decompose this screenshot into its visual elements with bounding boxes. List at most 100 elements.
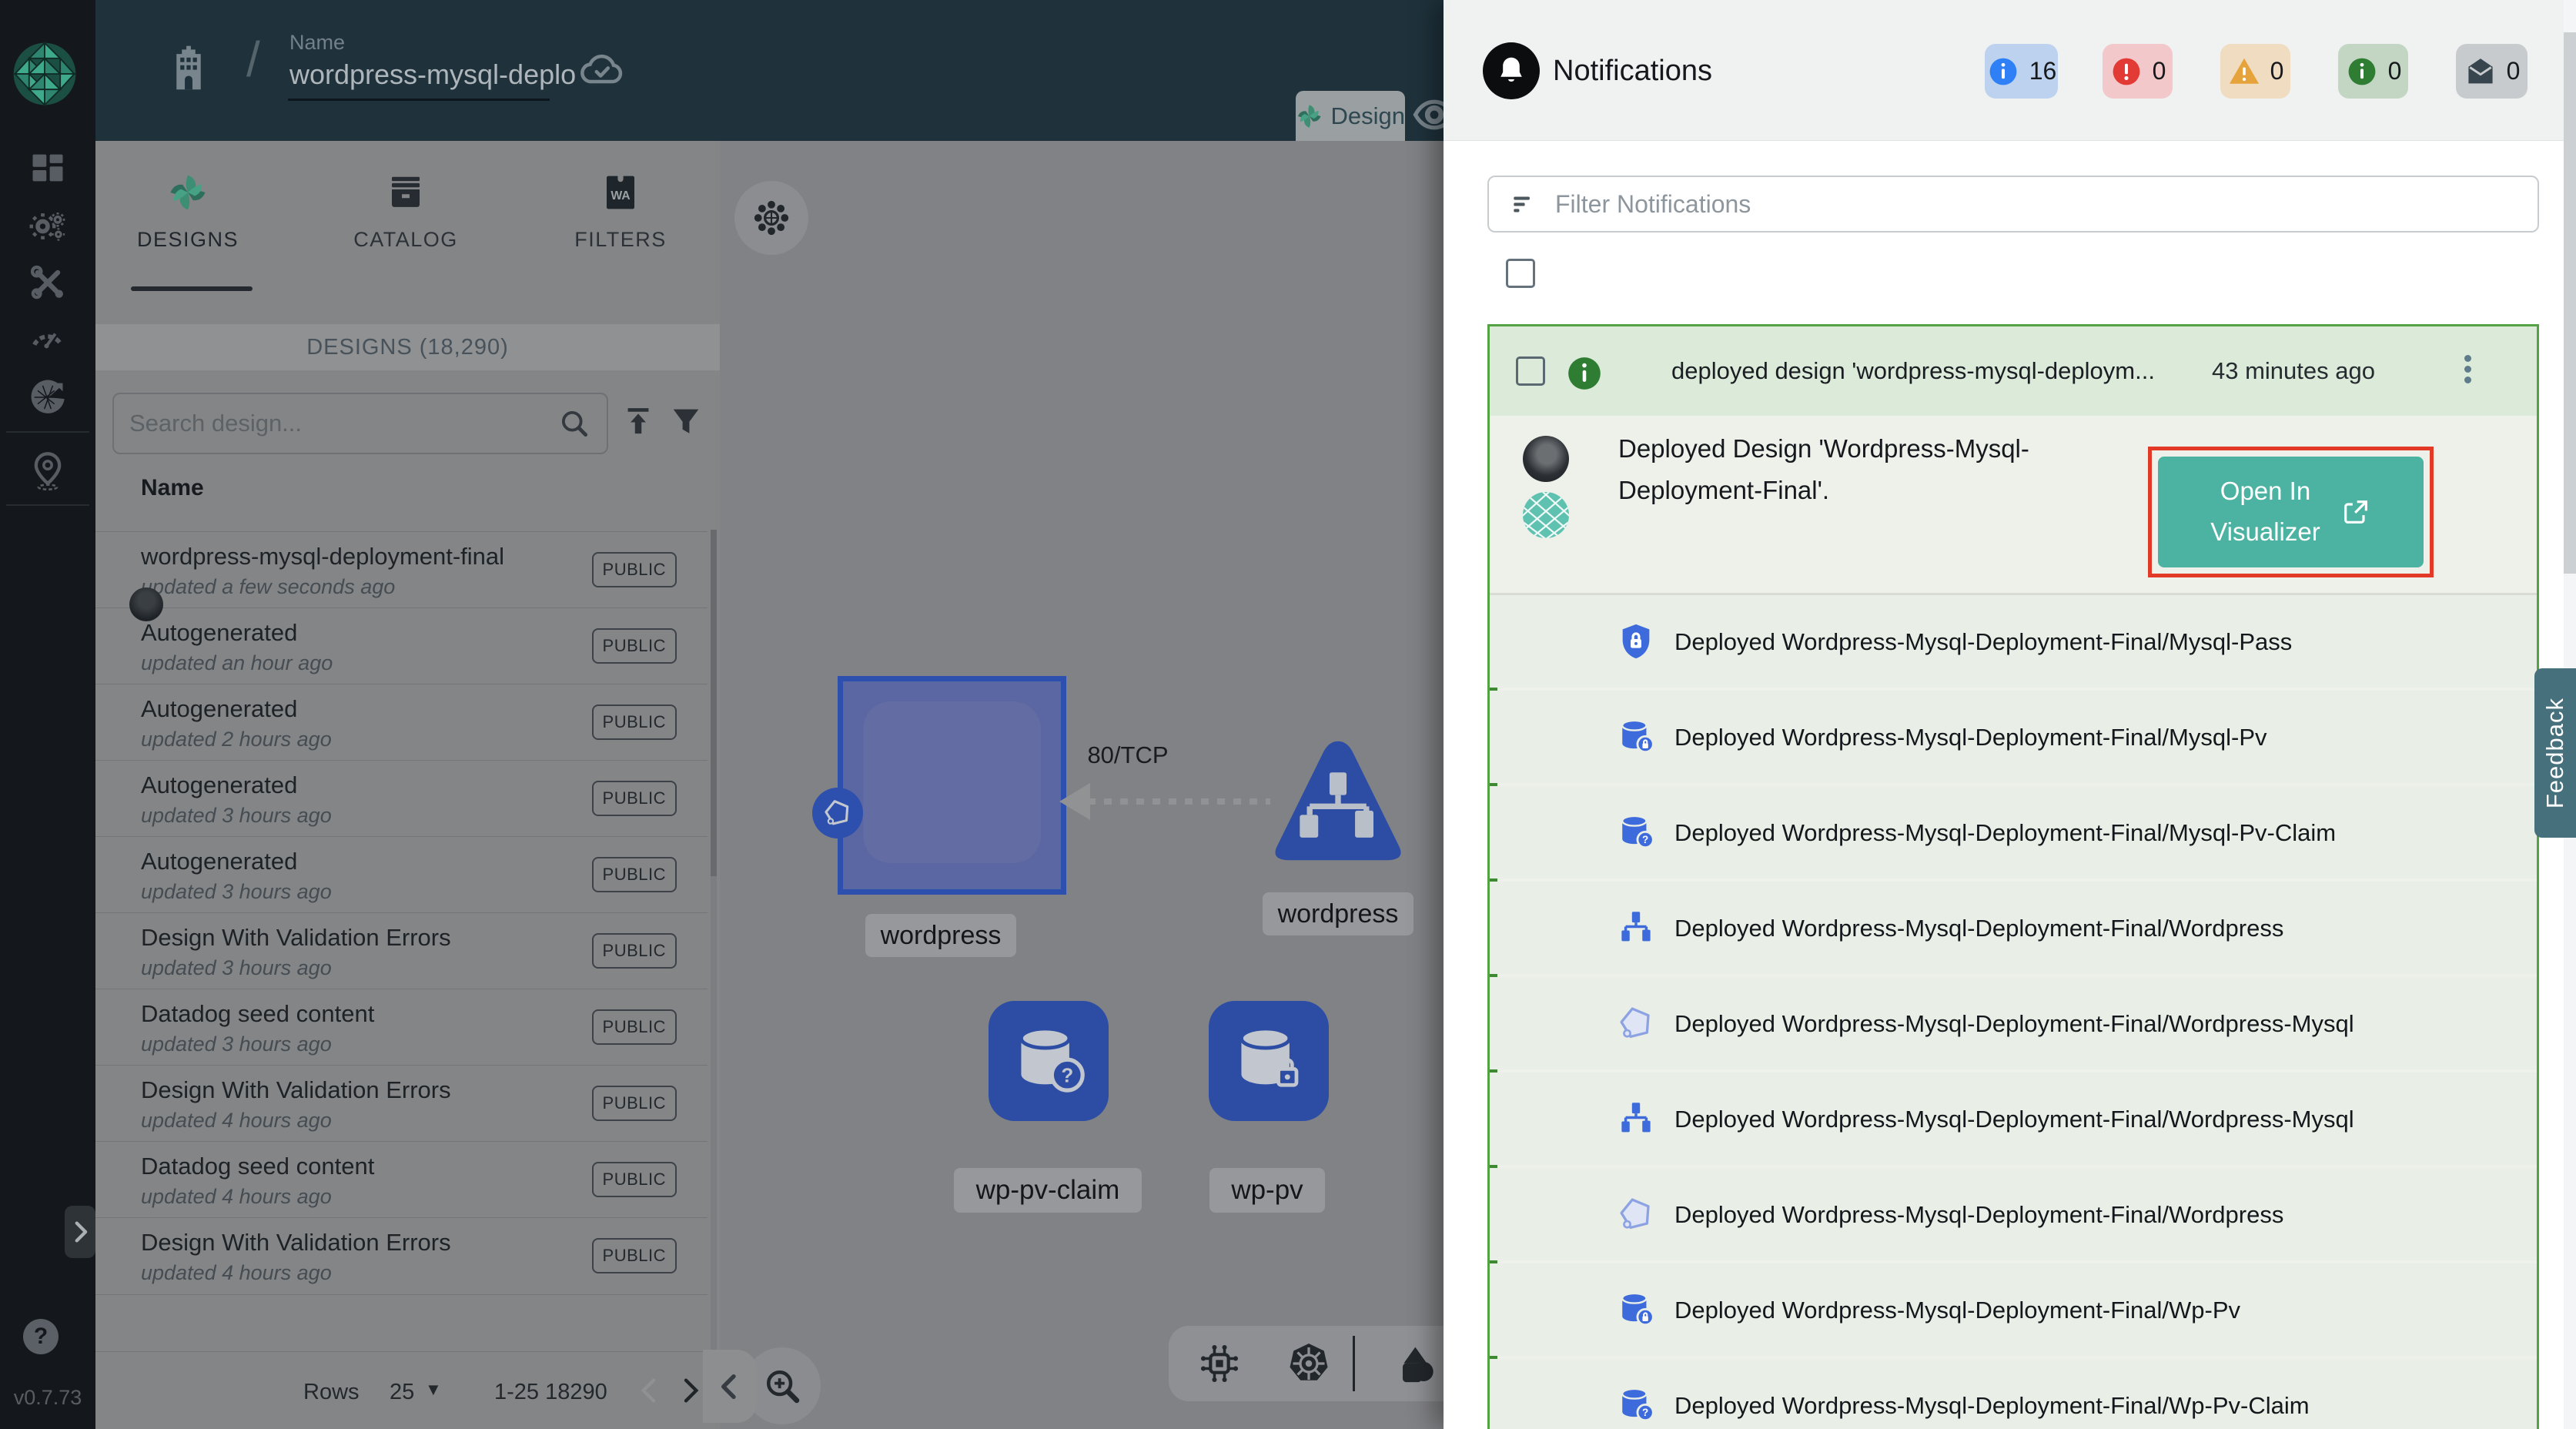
node-service-wordpress[interactable] — [1267, 735, 1409, 866]
design-canvas[interactable]: wordpress 80/TCP wordpress ? — [720, 141, 1444, 1429]
next-page-icon[interactable] — [674, 1375, 705, 1406]
tab-filters[interactable]: WA FILTERS — [528, 172, 713, 252]
meshery-logo[interactable] — [11, 40, 79, 108]
pagination-bar: Rows 25 ▼ 1-25 18290 — [95, 1351, 720, 1429]
design-name-label: Name — [289, 31, 345, 55]
notification-info-icon — [1565, 354, 1604, 393]
breadcrumb-separator: / — [246, 31, 260, 88]
chip-error-count[interactable]: 0 — [2103, 44, 2173, 99]
deployed-item-text: Deployed Wordpress-Mysql-Deployment-Fina… — [1674, 1106, 2354, 1133]
tab-catalog[interactable]: CATALOG — [313, 172, 498, 252]
canvas-dot-grid-button[interactable] — [734, 181, 808, 255]
shapes-icon[interactable] — [1392, 1344, 1435, 1387]
deployed-item-text: Deployed Wordpress-Mysql-Deployment-Fina… — [1674, 819, 2336, 847]
import-design-icon[interactable] — [621, 403, 656, 439]
panel-collapse-handle[interactable] — [703, 1350, 757, 1423]
extensions-icon[interactable] — [28, 377, 68, 417]
deployment-pod-badge-icon[interactable] — [812, 788, 863, 838]
visibility-badge: PUBLIC — [592, 1086, 677, 1121]
page-size-select[interactable]: 25 — [390, 1380, 414, 1405]
designs-side-panel: DESIGNS CATALOG WA FILTERS DESIGNS (18,2… — [95, 141, 720, 1429]
meshery-bot-avatar — [1523, 492, 1569, 538]
notification-checkbox[interactable] — [1516, 356, 1545, 386]
chip-info-count[interactable]: 16 — [1985, 44, 2058, 99]
lifecycle-gears-icon[interactable] — [28, 206, 68, 246]
annotation-highlight-box: Open In Visualizer — [2148, 447, 2434, 577]
notification-detail: Deployed Design 'Wordpress-Mysql- Deploy… — [1490, 416, 2537, 595]
node-pv-wp-pv[interactable] — [1209, 1001, 1329, 1121]
design-updated: updated 3 hours ago — [141, 956, 332, 980]
design-name-input[interactable]: wordpress-mysql-deplo — [289, 59, 576, 91]
design-row[interactable]: Design With Validation Errors updated 3 … — [95, 912, 708, 989]
node-pvc-wp-pv-claim[interactable]: ? — [989, 1001, 1109, 1121]
deployed-item-row[interactable]: Deployed Wordpress-Mysql-Deployment-Fina… — [1490, 786, 2537, 878]
success-icon — [2345, 55, 2379, 89]
deployed-item-row[interactable]: Deployed Wordpress-Mysql-Deployment-Fina… — [1490, 1263, 2537, 1356]
volume-claim-icon — [1616, 812, 1656, 852]
design-updated: updated 3 hours ago — [141, 1032, 332, 1056]
volume-lock-icon — [1616, 1290, 1656, 1330]
dashboard-icon[interactable] — [28, 148, 68, 188]
design-updated: updated 3 hours ago — [141, 804, 332, 828]
deployed-item-row[interactable]: Deployed Wordpress-Mysql-Deployment-Fina… — [1490, 1359, 2537, 1429]
notification-scrollbar-thumb[interactable] — [2564, 32, 2576, 574]
configuration-tools-icon[interactable] — [28, 263, 68, 303]
canvas-dock — [1169, 1326, 1444, 1401]
deployed-item-row[interactable]: Deployed Wordpress-Mysql-Deployment-Fina… — [1490, 691, 2537, 783]
workload-tree-icon — [1616, 1099, 1656, 1139]
deployed-item-row[interactable]: Deployed Wordpress-Mysql-Deployment-Fina… — [1490, 977, 2537, 1069]
design-row[interactable]: Autogenerated updated an hour ago PUBLIC — [95, 607, 708, 684]
select-all-checkbox[interactable] — [1506, 259, 1535, 288]
tab-designs[interactable]: DESIGNS — [95, 172, 280, 252]
caret-down-icon[interactable]: ▼ — [425, 1380, 442, 1400]
deployed-item-row[interactable]: Deployed Wordpress-Mysql-Deployment-Fina… — [1490, 1073, 2537, 1165]
design-row[interactable]: Autogenerated updated 3 hours ago PUBLIC — [95, 836, 708, 913]
design-search-input[interactable]: Search design... — [112, 393, 608, 454]
performance-speedometer-icon[interactable] — [28, 318, 68, 358]
list-scrollbar-thumb[interactable] — [711, 530, 717, 876]
sidebar-expand-button[interactable] — [65, 1206, 95, 1258]
help-button[interactable]: ? — [23, 1319, 59, 1354]
design-row[interactable]: Datadog seed content updated 3 hours ago… — [95, 989, 708, 1066]
workload-tree-icon — [1616, 908, 1656, 948]
deployed-item-text: Deployed Wordpress-Mysql-Deployment-Fina… — [1674, 915, 2283, 942]
design-updated: updated 4 hours ago — [141, 1109, 332, 1133]
design-row[interactable]: Design With Validation Errors updated 4 … — [95, 1217, 708, 1295]
deployed-item-row[interactable]: Deployed Wordpress-Mysql-Deployment-Fina… — [1490, 882, 2537, 974]
open-in-visualizer-button[interactable]: Open In Visualizer — [2158, 457, 2424, 567]
filter-notifications-input[interactable]: Filter Notifications — [1487, 176, 2539, 233]
warning-icon — [2227, 55, 2261, 89]
notification-card[interactable]: deployed design 'wordpress-mysql-deploym… — [1487, 324, 2539, 1429]
svg-text:WA: WA — [611, 189, 630, 202]
tab-design[interactable]: Design — [1296, 91, 1405, 141]
mesh-location-pin-icon[interactable] — [28, 450, 68, 490]
design-row[interactable]: Datadog seed content updated 4 hours ago… — [95, 1141, 708, 1218]
design-title: Design With Validation Errors — [141, 1076, 451, 1104]
organization-icon[interactable] — [162, 38, 216, 100]
notification-summary-row[interactable]: deployed design 'wordpress-mysql-deploym… — [1490, 326, 2537, 416]
deployed-description-line2: Deployment-Final'. — [1618, 476, 1829, 505]
design-row[interactable]: Autogenerated updated 2 hours ago PUBLIC — [95, 684, 708, 761]
filter-funnel-icon[interactable] — [668, 403, 704, 439]
chip-warning-count[interactable]: 0 — [2220, 44, 2290, 99]
dock-divider — [1353, 1336, 1355, 1391]
edge-wordpress-service[interactable] — [1088, 798, 1270, 805]
deployed-item-row[interactable]: Deployed Wordpress-Mysql-Deployment-Fina… — [1490, 595, 2537, 688]
design-title: Autogenerated — [141, 695, 297, 723]
sidebar-divider — [6, 431, 89, 433]
components-chip-icon[interactable] — [1198, 1342, 1241, 1385]
feedback-tab[interactable]: Feedback — [2534, 668, 2576, 838]
deployed-item-text: Deployed Wordpress-Mysql-Deployment-Fina… — [1674, 628, 2292, 656]
kebab-menu-icon[interactable] — [2461, 351, 2474, 394]
prev-page-icon[interactable] — [634, 1375, 665, 1406]
search-icon[interactable] — [557, 407, 591, 440]
chip-read-count[interactable]: 0 — [2456, 44, 2527, 99]
design-row[interactable]: Design With Validation Errors updated 4 … — [95, 1065, 708, 1142]
chip-success-count[interactable]: 0 — [2338, 44, 2408, 99]
design-row[interactable]: wordpress-mysql-deployment-final updated… — [95, 531, 708, 608]
visibility-badge: PUBLIC — [592, 857, 677, 892]
deployed-item-row[interactable]: Deployed Wordpress-Mysql-Deployment-Fina… — [1490, 1168, 2537, 1260]
design-row[interactable]: Autogenerated updated 3 hours ago PUBLIC — [95, 760, 708, 837]
kubernetes-helm-icon[interactable] — [1286, 1340, 1332, 1387]
node-deployment-wordpress[interactable] — [838, 676, 1066, 895]
